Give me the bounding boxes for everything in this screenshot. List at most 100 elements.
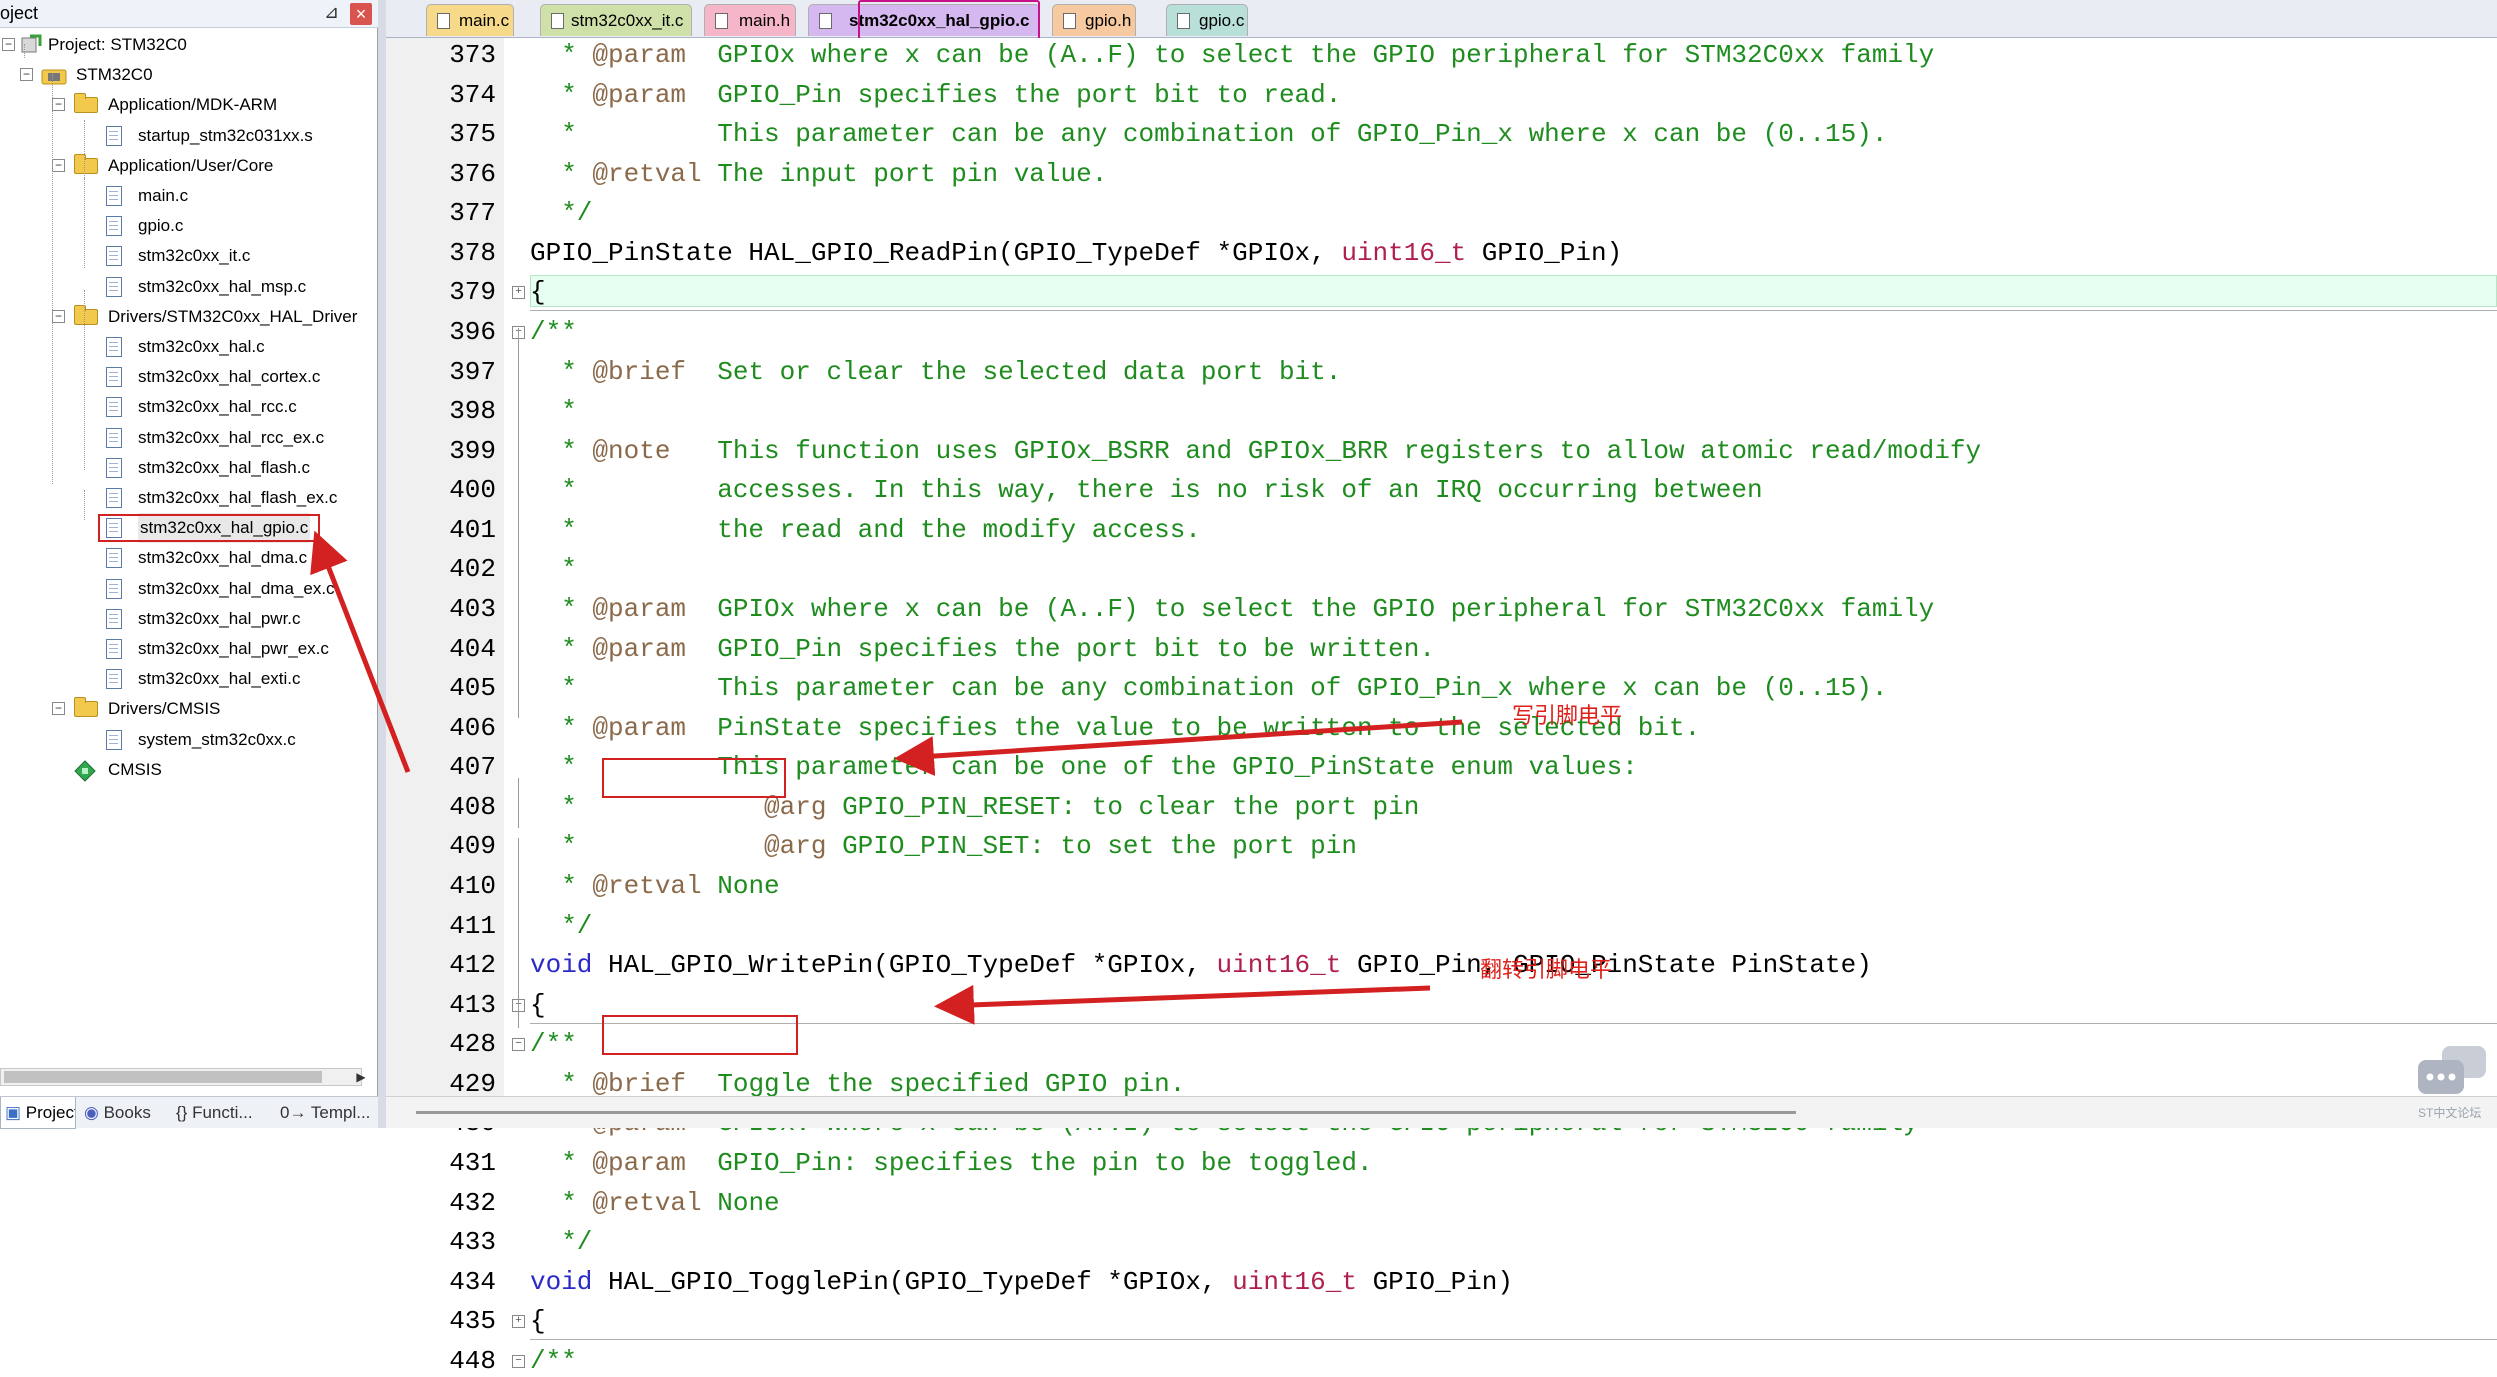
code-token: GPIO_PIN_SET: to set the port pin <box>826 831 1357 862</box>
tree-connector-line <box>84 178 85 268</box>
panel-close-button[interactable]: × <box>350 3 372 25</box>
code-token: @retval <box>592 870 702 901</box>
editor-scroll-thumb[interactable] <box>416 1111 1796 1114</box>
code-line[interactable]: * This parameter can be any combination … <box>530 672 1887 704</box>
collapse-toggle-icon[interactable]: − <box>52 158 65 172</box>
tree-file-item[interactable]: stm32c0xx_hal_pwr.c <box>0 604 378 634</box>
code-line[interactable]: /** <box>530 1028 577 1060</box>
code-line[interactable]: * @param GPIO_Pin specifies the port bit… <box>530 633 1435 665</box>
code-line[interactable]: { <box>530 276 546 308</box>
collapse-toggle-icon[interactable]: − <box>52 309 65 323</box>
tree-file-item[interactable]: stm32c0xx_hal_msp.c <box>0 272 378 302</box>
collapse-toggle-icon[interactable]: − <box>52 702 65 716</box>
tree-file-item[interactable]: stm32c0xx_hal_dma_ex.c <box>0 574 378 604</box>
code-line[interactable]: * @retval None <box>530 870 779 902</box>
tree-project-item[interactable]: − Project: STM32C0 <box>0 30 378 60</box>
code-line[interactable]: void HAL_GPIO_TogglePin(GPIO_TypeDef *GP… <box>530 1266 1513 1298</box>
tree-file-item[interactable]: stm32c0xx_hal.c <box>0 332 378 362</box>
code-line[interactable]: { <box>530 989 546 1021</box>
code-line[interactable]: /** <box>530 1345 577 1377</box>
tab-functions[interactable]: {} Functi... <box>172 1097 272 1129</box>
code-line[interactable]: * @param GPIO_Pin: specifies the pin to … <box>530 1147 1372 1179</box>
folder-icon <box>74 697 98 718</box>
fold-guide-line <box>518 838 519 1028</box>
code-line[interactable]: */ <box>530 1226 592 1258</box>
tab-stm32c0xx-it-c[interactable]: stm32c0xx_it.c <box>540 4 692 36</box>
panel-splitter[interactable] <box>378 0 386 1128</box>
code-line[interactable]: * @retval None <box>530 1187 779 1219</box>
scroll-right-arrow-icon[interactable]: ▶ <box>352 1068 370 1086</box>
tree-component-item[interactable]: CMSIS <box>0 755 378 785</box>
fold-guide-line <box>518 778 519 828</box>
tree-folder-item[interactable]: − Drivers/STM32C0xx_HAL_Driver <box>0 302 378 332</box>
code-line[interactable]: * @brief Set or clear the selected data … <box>530 356 1341 388</box>
code-line[interactable]: * @brief Toggle the specified GPIO pin. <box>530 1068 1185 1100</box>
tree-file-item[interactable]: main.c <box>0 181 378 211</box>
fold-separator <box>530 1339 2497 1341</box>
togglepin-highlight <box>602 1015 798 1055</box>
tree-file-item[interactable]: stm32c0xx_hal_dma.c <box>0 543 378 573</box>
tab-gpio-c[interactable]: gpio.c <box>1166 4 1248 36</box>
code-line[interactable]: */ <box>530 910 592 942</box>
code-token: * the read and the modify access. <box>530 514 1201 545</box>
tree-item-label: stm32c0xx_hal_dma_ex.c <box>138 578 335 598</box>
expand-fold-icon[interactable]: + <box>512 1315 525 1329</box>
fold-separator <box>530 1022 2497 1024</box>
tree-folder-item[interactable]: − Application/User/Core <box>0 151 378 181</box>
tree-folder-item[interactable]: − Application/MDK-ARM <box>0 90 378 120</box>
file-icon <box>106 427 122 448</box>
tree-file-item[interactable]: system_stm32c0xx.c <box>0 725 378 755</box>
tree-target-item[interactable]: − STM32C0 <box>0 60 378 90</box>
tree-file-item[interactable]: stm32c0xx_hal_pwr_ex.c <box>0 634 378 664</box>
collapse-fold-icon[interactable]: − <box>512 1038 525 1052</box>
code-line[interactable]: * @param GPIOx where x can be (A..F) to … <box>530 593 1934 625</box>
code-line[interactable]: * <box>530 553 577 585</box>
code-line[interactable]: */ <box>530 197 592 229</box>
code-line[interactable]: * <box>530 395 577 427</box>
tree-folder-item[interactable]: − Drivers/CMSIS <box>0 694 378 724</box>
code-line[interactable]: void HAL_GPIO_WritePin(GPIO_TypeDef *GPI… <box>530 949 1872 981</box>
tree-item-label: stm32c0xx_hal_flash.c <box>138 457 310 477</box>
tree-file-item[interactable]: stm32c0xx_hal_flash.c <box>0 453 378 483</box>
collapse-toggle-icon[interactable]: − <box>52 98 65 112</box>
code-token: @param <box>592 79 687 110</box>
tree-file-item[interactable]: gpio.c <box>0 211 378 241</box>
tab-main-h[interactable]: main.h <box>704 4 796 36</box>
code-token: @param <box>592 1147 687 1178</box>
code-line[interactable]: GPIO_PinState HAL_GPIO_ReadPin(GPIO_Type… <box>530 237 1622 269</box>
code-line[interactable]: { <box>530 1305 546 1337</box>
tree-file-item[interactable]: stm32c0xx_hal_exti.c <box>0 664 378 694</box>
code-token: HAL_GPIO_WritePin(GPIO_TypeDef *GPIOx, <box>592 950 1217 981</box>
code-line[interactable]: * @note This function uses GPIOx_BSRR an… <box>530 435 1981 467</box>
pin-icon[interactable]: ⊿ <box>324 2 339 23</box>
collapse-toggle-icon[interactable]: − <box>20 68 33 82</box>
tree-file-item[interactable]: startup_stm32c031xx.s <box>0 121 378 151</box>
collapse-fold-icon[interactable]: − <box>512 1354 525 1368</box>
tree-file-item[interactable]: stm32c0xx_hal_rcc.c <box>0 392 378 422</box>
tab-books[interactable]: ◉ Books <box>80 1097 168 1129</box>
code-line[interactable]: * accesses. In this way, there is no ris… <box>530 474 1762 506</box>
tree-item-label: stm32c0xx_hal_flash_ex.c <box>138 488 338 507</box>
tree-file-item[interactable]: stm32c0xx_hal_rcc_ex.c <box>0 423 378 453</box>
tab-gpio-h[interactable]: gpio.h <box>1052 4 1136 36</box>
file-icon <box>106 548 122 569</box>
code-line[interactable]: * @param GPIO_Pin specifies the port bit… <box>530 79 1341 111</box>
tree-file-item[interactable]: stm32c0xx_hal_cortex.c <box>0 362 378 392</box>
tab-templates[interactable]: 0→ Templ... <box>276 1097 376 1129</box>
tab-project[interactable]: ▣ Project <box>0 1097 76 1129</box>
editor-horizontal-scrollbar[interactable] <box>386 1096 2497 1128</box>
code-line[interactable]: /** <box>530 316 577 348</box>
tree-file-item[interactable]: stm32c0xx_hal_flash_ex.c <box>0 483 378 513</box>
tree-file-item[interactable]: stm32c0xx_it.c <box>0 241 378 271</box>
tab-main-c[interactable]: main.c <box>426 4 514 36</box>
code-line[interactable]: * This parameter can be any combination … <box>530 118 1887 150</box>
tree-scroll-thumb[interactable] <box>4 1071 322 1083</box>
code-line[interactable]: * @arg GPIO_PIN_SET: to set the port pin <box>530 830 1357 862</box>
code-line[interactable]: * @param GPIOx where x can be (A..F) to … <box>530 39 1934 71</box>
code-editor[interactable]: 373 374 375 376 377 378 379 396 397 398 399 400 401 4… <box>386 38 2497 1376</box>
expand-fold-icon[interactable]: + <box>512 286 525 300</box>
code-token: Toggle the specified GPIO pin. <box>686 1068 1186 1099</box>
collapse-toggle-icon[interactable]: − <box>2 38 15 51</box>
code-line[interactable]: * @retval The input port pin value. <box>530 158 1107 190</box>
code-line[interactable]: * the read and the modify access. <box>530 514 1201 546</box>
